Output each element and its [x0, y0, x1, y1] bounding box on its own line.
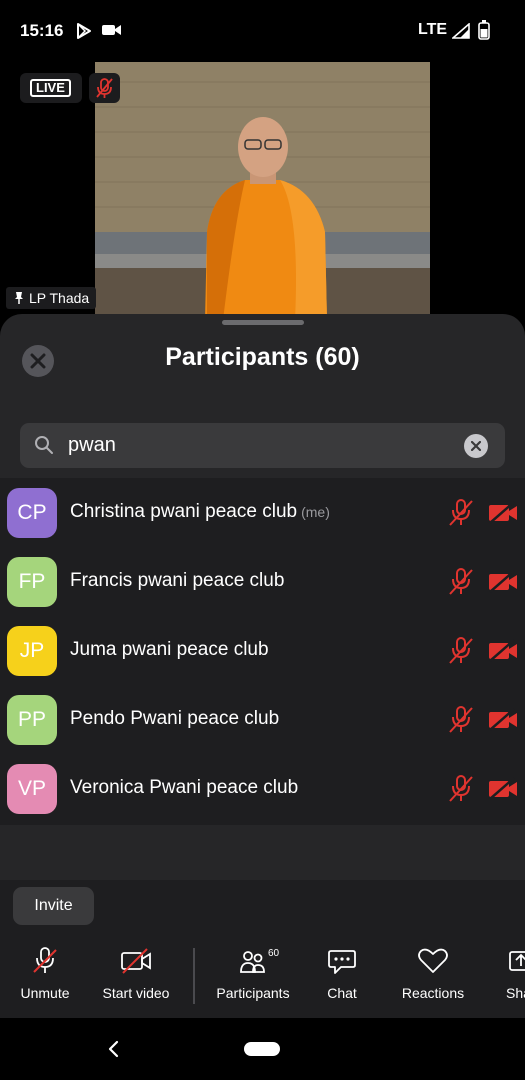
back-button[interactable] — [104, 1038, 124, 1065]
participants-count-badge: 60 — [268, 948, 280, 959]
video-off-icon — [121, 948, 151, 974]
share-icon — [509, 951, 525, 971]
participants-button[interactable]: 60 Participants — [208, 946, 298, 1001]
video-off-icon — [487, 501, 519, 530]
back-chevron-icon — [108, 1040, 119, 1058]
participants-icon — [240, 951, 265, 973]
play-store-icon — [75, 22, 93, 45]
mic-off-icon — [96, 78, 113, 98]
mic-off-icon — [447, 774, 475, 809]
signal-icon — [450, 22, 470, 44]
search-bar[interactable] — [20, 423, 505, 468]
participant-row[interactable]: FP Francis pwani peace club — [0, 547, 525, 616]
reactions-label: Reactions — [401, 985, 465, 1001]
start-video-label: Start video — [102, 985, 170, 1001]
video-off-icon — [487, 777, 519, 806]
participant-name-text: Veronica Pwani peace club — [70, 777, 299, 798]
mic-off-icon — [33, 947, 57, 973]
pin-icon — [15, 292, 23, 304]
live-badge: LIVE — [20, 73, 82, 103]
participant-name-text: Christina pwani peace club — [70, 501, 298, 522]
sheet-drag-handle[interactable] — [222, 320, 304, 325]
pinned-speaker-label: LP Thada — [6, 287, 97, 309]
participant-row[interactable]: VP Veronica Pwani peace club — [0, 754, 525, 823]
video-off-icon — [487, 708, 519, 737]
avatar: JP — [7, 626, 57, 676]
participant-row[interactable]: CP Christina pwani peace club (me) — [0, 478, 525, 547]
participant-name: Christina pwani peace club (me) — [70, 501, 330, 523]
speaker-video-frame — [95, 62, 430, 320]
participant-name: Veronica Pwani peace club — [70, 777, 298, 799]
participant-name: Pendo Pwani peace club — [70, 708, 279, 730]
video-off-icon — [487, 639, 519, 668]
home-pill[interactable] — [244, 1042, 280, 1056]
network-type: LTE — [418, 21, 448, 38]
participants-label: Participants — [216, 985, 290, 1001]
participant-name-text: Pendo Pwani peace club — [70, 708, 280, 729]
search-input[interactable] — [68, 432, 448, 458]
participant-name: Juma pwani peace club — [70, 639, 269, 661]
avatar: CP — [7, 488, 57, 538]
avatar: FP — [7, 557, 57, 607]
search-icon — [35, 436, 53, 454]
video-camera-status-icon — [101, 22, 123, 43]
participant-row[interactable]: JP Juma pwani peace club — [0, 616, 525, 685]
me-tag: (me) — [301, 504, 330, 520]
share-label: Sha — [506, 985, 525, 1001]
avatar: VP — [7, 764, 57, 814]
participant-name-text: Francis pwani peace club — [70, 570, 285, 591]
speaker-mic-off-indicator — [89, 73, 120, 103]
clear-search-button[interactable] — [464, 434, 488, 458]
mic-off-icon — [447, 567, 475, 602]
unmute-label: Unmute — [20, 985, 70, 1001]
status-time: 15:16 — [20, 21, 64, 40]
active-speaker-video[interactable] — [95, 62, 430, 320]
battery-icon — [478, 20, 490, 45]
heart-icon — [418, 948, 448, 973]
participant-row[interactable]: PP Pendo Pwani peace club — [0, 685, 525, 754]
reactions-button[interactable]: Reactions — [388, 946, 478, 1001]
start-video-button[interactable]: Start video — [91, 946, 181, 1001]
mic-off-icon — [447, 498, 475, 533]
video-off-icon — [487, 570, 519, 599]
unmute-button[interactable]: Unmute — [0, 946, 90, 1001]
participant-name-text: Juma pwani peace club — [70, 639, 269, 660]
pinned-speaker-name: LP Thada — [29, 290, 90, 306]
clear-icon — [471, 441, 481, 451]
share-button[interactable]: Sha — [490, 946, 525, 1001]
chat-label: Chat — [327, 985, 357, 1001]
participant-list: CP Christina pwani peace club (me) FP Fra… — [0, 478, 525, 825]
mic-off-icon — [447, 705, 475, 740]
chat-icon — [328, 950, 356, 974]
live-label: LIVE — [30, 79, 71, 97]
toolbar-divider — [193, 948, 195, 1004]
chat-button[interactable]: Chat — [297, 946, 387, 1001]
mic-off-icon — [447, 636, 475, 671]
invite-button[interactable]: Invite — [13, 887, 94, 925]
participants-title: Participants (60) — [165, 343, 360, 371]
avatar: PP — [7, 695, 57, 745]
participant-name: Francis pwani peace club — [70, 570, 284, 592]
status-bar: 15:16 LTE — [0, 0, 525, 62]
